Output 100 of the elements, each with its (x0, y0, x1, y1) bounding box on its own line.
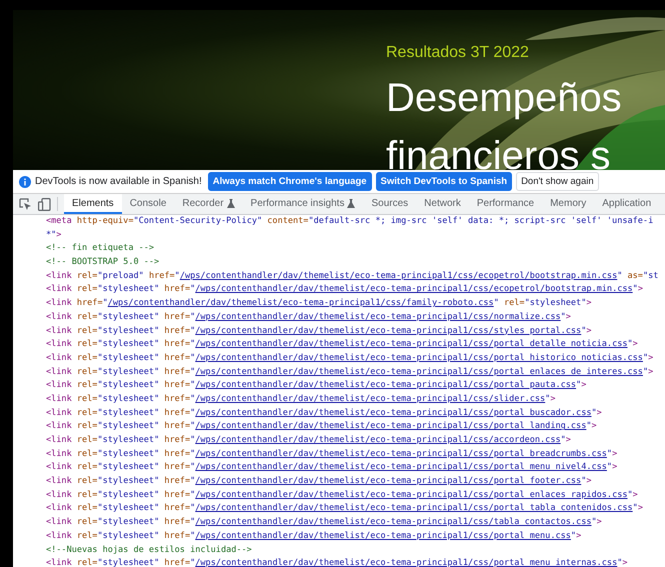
attribute-value: " (190, 284, 196, 294)
attribute-value: "stylesheet" (97, 326, 160, 336)
devtools-tab[interactable]: Recorder (174, 194, 243, 214)
attribute-name: rel= (76, 490, 98, 500)
url-link[interactable]: /wps/contenthandler/dav/themelist/eco-tema-principal1/css/portal_landing.css (195, 421, 586, 432)
tag-name: > (632, 490, 638, 500)
tag-name: <meta (46, 216, 73, 226)
url-link[interactable]: /wps/contenthandler/dav/themelist/eco-tema-principal1/css/portal_enlaces_rapidos.css (195, 490, 628, 500)
device-toolbar-icon[interactable] (38, 198, 51, 210)
hero-headline: financieros s (386, 134, 612, 170)
inspect-icon[interactable] (19, 198, 32, 210)
attribute-name: href= (164, 530, 190, 541)
attribute-value: " (190, 490, 196, 500)
code-comment: <!-- fin etiqueta --> (46, 243, 154, 254)
attribute-value: " (560, 312, 566, 322)
url-link[interactable]: /wps/contenthandler/dav/themelist/eco-tema-principal1/css/normalize.css (195, 312, 561, 322)
attribute-name: href= (164, 503, 190, 514)
attribute-name: href= (164, 448, 190, 459)
attribute-name: rel= (76, 312, 98, 322)
attribute-value: "stylesheet" (97, 490, 160, 500)
attribute-value: "stylesheet" (97, 476, 160, 486)
url-link[interactable]: /wps/contenthandler/dav/themelist/eco-tema-principal1/css/portal_breadcrumbs.css (195, 448, 607, 459)
devtools-tab[interactable]: Console (122, 194, 174, 214)
attribute-name: rel= (76, 517, 98, 528)
infobar-button[interactable]: Don't show again (516, 172, 599, 191)
url-link[interactable]: /wps/contenthandler/dav/themelist/eco-tema-principal1/css/styles_portal.css (195, 326, 582, 336)
attribute-value: " (617, 558, 622, 567)
attribute-value: " (190, 448, 196, 459)
devtools-tab[interactable]: Memory (542, 194, 594, 214)
attribute-value: "stylesheet" (97, 421, 160, 432)
attribute-value: "stylesheet" (97, 366, 160, 377)
attribute-value: " (642, 366, 648, 377)
attribute-name: rel= (76, 435, 98, 445)
url-link[interactable]: /wps/contenthandler/dav/themelist/eco-tema-principal1/css/portal_footer.css (195, 476, 582, 486)
tag-name: <link (46, 503, 73, 514)
devtools-tab[interactable]: Performance insights (242, 194, 364, 214)
url-link[interactable]: /wps/contenthandler/dav/themelist/eco-tema-principal1/css/accordeon.css (195, 435, 561, 445)
attribute-name: href= (164, 408, 190, 418)
tag-name: > (612, 462, 618, 472)
attribute-name: rel= (76, 558, 98, 567)
url-link[interactable]: /wps/contenthandler/dav/themelist/eco-tema-principal1/css/ecopetrol/bootstrap.min.css (180, 270, 618, 281)
attribute-value: "stylesheet" (97, 408, 160, 418)
attribute-name: href= (148, 270, 175, 281)
tag-name: > (581, 380, 586, 390)
attribute-value: *" (46, 230, 56, 240)
attribute-name: rel= (76, 284, 98, 294)
attribute-value: "stylesheet" (97, 312, 160, 322)
attribute-name: href= (164, 435, 190, 445)
tag-name: <link (46, 270, 73, 281)
attribute-value: " (190, 476, 196, 486)
attribute-name: href= (164, 284, 190, 294)
url-link[interactable]: /wps/contenthandler/dav/themelist/eco-tema-principal1/css/portal_pauta.css (195, 380, 576, 390)
url-link[interactable]: /wps/contenthandler/dav/themelist/eco-tema-principal1/css/portal_detalle_noticia.css (195, 339, 628, 350)
tag-name: > (612, 448, 618, 459)
attribute-value: " (632, 284, 638, 294)
devtools-tab[interactable]: Sources (363, 194, 416, 214)
attribute-value: "stylesheet" (97, 530, 160, 541)
url-link[interactable]: /wps/contenthandler/dav/themelist/eco-tema-principal1/css/portal_enlaces_de_interes.css (195, 366, 643, 377)
url-link[interactable]: /wps/contenthandler/dav/themelist/eco-tema-principal1/css/portal_buscador.css (195, 408, 592, 418)
infobar-button[interactable]: Switch DevTools to Spanish (376, 172, 512, 191)
tag-name: > (596, 517, 602, 528)
devtools-tab[interactable]: Performance (468, 194, 542, 214)
attribute-value: "stylesheet" (97, 380, 160, 390)
attribute-value: " (545, 394, 550, 404)
attribute-value: "st (642, 270, 658, 281)
url-link[interactable]: /wps/contenthandler/dav/themelist/eco-tema-principal1/css/tabla_contactos.css (195, 517, 592, 528)
devtools-tab[interactable]: Application (594, 194, 660, 214)
tag-name: <link (46, 421, 73, 432)
attribute-value: " (570, 530, 576, 541)
url-link[interactable]: /wps/contenthandler/dav/themelist/eco-tema-principal1/css/slider.css (195, 394, 546, 404)
tag-name: <link (46, 517, 73, 528)
attribute-value: " (606, 448, 612, 459)
attribute-value: " (617, 270, 624, 281)
url-link[interactable]: /wps/contenthandler/dav/themelist/eco-tema-principal1/css/portal_menu_nivel4.css (195, 462, 607, 472)
devtools-tab[interactable]: Network (416, 194, 469, 214)
attribute-value: " (190, 462, 196, 472)
infobar-message: DevTools is now available in Spanish! (35, 176, 202, 187)
attribute-value: "stylesheet" (97, 448, 160, 459)
attribute-value: "stylesheet" (97, 558, 160, 567)
tag-name: <link (46, 352, 73, 363)
tag-name: > (592, 421, 597, 432)
tag-name: <link (46, 366, 73, 377)
attribute-name: href= (164, 326, 190, 336)
attribute-name: content= (267, 216, 308, 226)
attribute-value: " (581, 476, 586, 486)
url-link[interactable]: /wps/contenthandler/dav/themelist/eco-tema-principal1/css/portal_historico_noticias.css (195, 352, 643, 363)
devtools-tab[interactable]: Elements (64, 194, 122, 214)
tag-name: > (648, 366, 654, 377)
url-link[interactable]: /wps/contenthandler/dav/themelist/eco-tema-principal1/css/family-roboto.css (108, 298, 494, 308)
infobar-button[interactable]: Always match Chrome's language (208, 172, 372, 191)
url-link[interactable]: /wps/contenthandler/dav/themelist/eco-tema-principal1/css/portal_menu.css (195, 530, 571, 541)
attribute-value: "stylesheet" (97, 394, 160, 404)
attribute-value: " (190, 380, 196, 390)
url-link[interactable]: /wps/contenthandler/dav/themelist/eco-tema-principal1/css/portal_tabla_contenidos.css (195, 503, 633, 514)
attribute-name: rel= (76, 270, 98, 281)
attribute-value: " (190, 394, 196, 404)
attribute-value: "stylesheet" (97, 462, 160, 472)
url-link[interactable]: /wps/contenthandler/dav/themelist/eco-tema-principal1/css/ecopetrol/bootstrap.min.css (195, 284, 633, 294)
url-link[interactable]: /wps/contenthandler/dav/themelist/eco-tema-principal1/css/portal_menu_internas.css (195, 558, 618, 567)
attribute-name: rel= (76, 380, 98, 390)
